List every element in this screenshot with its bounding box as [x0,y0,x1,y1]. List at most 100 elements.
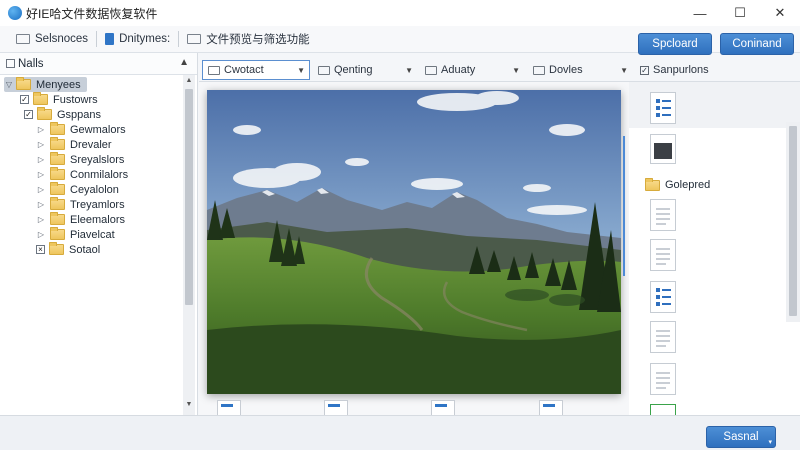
column-cwotact[interactable]: Cwotact ▼ [202,60,310,80]
scroll-down-icon[interactable]: ▼ [183,401,195,408]
folder-icon [37,107,52,120]
scroll-up-icon[interactable]: ▲ [183,77,195,84]
text-file-icon[interactable] [650,363,676,395]
folder-icon [16,77,31,90]
toolbar-item-preview-filter[interactable]: 文件预览与筛选功能 [187,29,310,49]
scrollbar-thumb[interactable] [185,89,193,305]
tree-item-conmilalors[interactable]: ▷ Conmilalors [36,167,128,182]
text-file-icon[interactable] [650,239,676,271]
folder-tree: ▽ Menyees ✓ Fustowrs ✓ Gsppans ▷ Gewmalo… [0,75,182,415]
tree-item-ceyalolon[interactable]: ▷ Ceyalolon [36,182,119,197]
app-logo-icon [8,6,22,20]
maximize-button[interactable]: ☐ [720,0,760,26]
toolbar-item-label: Dnitymes: [119,33,171,45]
dropdown-arrow-icon[interactable]: ▼ [512,66,520,75]
minimize-button[interactable]: — [680,0,720,26]
file-thumbnail[interactable] [431,400,455,415]
expand-icon[interactable]: ▷ [36,215,46,224]
tree-item-eleemalors[interactable]: ▷ Eleemalors [36,212,125,227]
dropdown-arrow-icon[interactable]: ▼ [620,66,628,75]
bottom-action-bar: Sasnal ▾ [0,415,800,450]
confirm-button[interactable]: Coninand [720,33,794,55]
tree-scrollbar[interactable]: ▲ ▼ [183,75,195,415]
column-checkbox[interactable]: ✓ [640,65,649,75]
column-aduaty[interactable]: Aduaty ▼ [420,60,524,80]
column-qenting[interactable]: Qenting ▼ [313,60,417,80]
file-thumbnail-panel: Golepred [629,82,800,415]
tree-item-drevaler[interactable]: ▷ Drevaler [36,137,112,152]
text-file-icon[interactable] [650,321,676,353]
header-checkbox[interactable] [6,59,15,68]
thumbnail-scrollbar[interactable] [786,122,800,322]
tree-item-label: Gewmalors [70,123,126,136]
toolbar-item-label: Selsnoces [35,33,89,45]
text-file-icon[interactable] [650,199,676,231]
column-label: Dovles [549,64,583,76]
folder-icon [50,197,65,210]
spreadsheet-file-icon[interactable] [650,404,676,415]
video-file-icon[interactable] [650,134,676,164]
tree-item-gsppans[interactable]: ✓ Gsppans [24,107,101,122]
tree-item-label: Piavelcat [70,228,115,241]
expand-icon[interactable]: ▷ [36,230,46,239]
expand-icon[interactable]: ▷ [36,155,46,164]
expand-icon[interactable]: ▽ [4,80,14,89]
close-button[interactable]: ✕ [760,0,800,26]
title-bar: 好IE哈文件数据恢复软件 — ☐ ✕ [0,0,800,26]
folder-icon [50,152,65,165]
expand-icon[interactable]: ▷ [36,200,46,209]
tree-item-label: Conmilalors [70,168,129,181]
column-dovles[interactable]: Dovles ▼ [528,60,632,80]
expand-icon[interactable]: ▷ [36,170,46,179]
tree-item-label: Sotaol [69,243,101,256]
tree-item-label: Menyees [36,78,81,91]
tree-item-label: Sreyalslors [70,153,125,166]
dropdown-arrow-icon[interactable]: ▼ [405,66,413,75]
folder-icon [50,167,65,180]
landscape-photo-preview[interactable] [207,90,621,394]
toolbar-item-label: 文件预览与筛选功能 [206,34,310,46]
tree-item-piavelcat[interactable]: ▷ Piavelcat [36,227,115,242]
dropdown-arrow-icon[interactable]: ▼ [297,66,305,75]
tree-item-treyamlors[interactable]: ▷ Treyamlors [36,197,125,212]
column-sanpurlons[interactable]: ✓ Sanpurlons [636,60,786,80]
tree-item-sotaol[interactable]: × Sotaol [36,242,100,257]
document-file-icon[interactable] [650,92,676,124]
window-controls: — ☐ ✕ [680,0,800,26]
scrollbar-thumb[interactable] [789,126,797,316]
expand-icon[interactable]: ▷ [36,185,46,194]
tree-item-sreyalslors[interactable]: ▷ Sreyalslors [36,152,124,167]
file-thumbnail[interactable] [217,400,241,415]
file-thumbnail[interactable] [324,400,348,415]
tree-header: Nalls ▲ [0,53,197,75]
preview-area [199,82,629,415]
upload-button[interactable]: Spcloard [638,33,712,55]
tree-item-gewmalors[interactable]: ▷ Gewmalors [36,122,126,137]
document-file-icon[interactable] [650,281,676,313]
tree-header-label: Nalls [18,57,44,70]
folder-icon [16,34,30,44]
tree-checkbox[interactable]: × [36,245,45,254]
recover-button[interactable]: Sasnal ▾ [706,426,776,448]
tree-item-menyees[interactable]: ▽ Menyees [4,77,87,92]
expand-icon[interactable]: ▷ [36,125,46,134]
preview-edge-marker [623,136,625,276]
tree-checkbox[interactable]: ✓ [20,95,29,104]
folder-icon [208,65,220,75]
folder-icon [318,65,330,75]
collapse-up-icon[interactable]: ▲ [179,57,189,68]
toolbar-item-dnitymes[interactable]: Dnitymes: [105,29,170,49]
document-icon [105,33,115,45]
tree-item-fustowrs[interactable]: ✓ Fustowrs [20,92,98,107]
thumbnail-folder-item[interactable]: Golepred [645,177,711,191]
toolbar: Selsnoces Dnitymes: 文件预览与筛选功能 Spcloard C… [0,26,800,55]
tree-checkbox[interactable]: ✓ [24,110,33,119]
tree-item-label: Treyamlors [70,198,125,211]
window-title: 好IE哈文件数据恢复软件 [26,6,158,21]
tree-item-label: Drevaler [70,138,112,151]
toolbar-item-selsnoces[interactable]: Selsnoces [16,29,88,49]
folder-icon [33,92,48,105]
file-thumbnail[interactable] [539,400,563,415]
thumbnail-folder-label: Golepred [665,179,711,191]
expand-icon[interactable]: ▷ [36,140,46,149]
